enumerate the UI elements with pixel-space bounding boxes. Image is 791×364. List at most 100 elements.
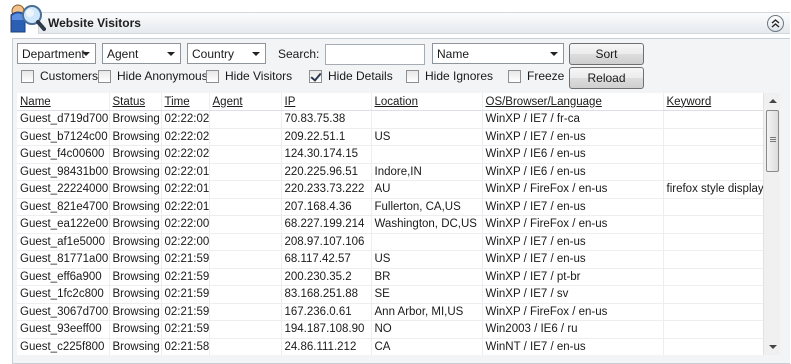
table-row[interactable]: Guest_f4c00600 Browsing 02:22:02 124.30.174…	[17, 145, 763, 164]
cell-ip: 220.225.96.51	[281, 163, 372, 181]
cell-keyword: firefox style display	[663, 180, 763, 199]
cell-time: 02:22:02	[161, 128, 210, 146]
cell-name: Guest_f4c00600	[17, 145, 110, 164]
column-header-time[interactable]: Time	[161, 93, 210, 111]
table-row[interactable]: Guest_b7124c00 Browsing 02:22:02 209.22.51.…	[17, 128, 763, 146]
chevron-down-icon	[167, 52, 175, 56]
search-input[interactable]	[325, 44, 425, 65]
cell-location	[371, 233, 483, 251]
cell-keyword	[663, 303, 763, 321]
cell-keyword	[663, 145, 763, 164]
column-header-keyword[interactable]: Keyword	[663, 93, 763, 111]
cell-agent	[209, 268, 282, 286]
reload-button[interactable]: Reload	[569, 67, 644, 89]
cell-agent	[209, 215, 282, 234]
table-row[interactable]: Guest_af1e5000 Browsing 02:22:00 208.97.107…	[17, 233, 763, 251]
cell-ip: 200.230.35.2	[281, 268, 372, 286]
cell-status: Browsing	[109, 180, 162, 199]
column-header-name[interactable]: Name	[17, 93, 110, 111]
cell-ip: 208.97.107.106	[281, 233, 372, 251]
department-select-value: Department	[22, 47, 85, 61]
chevron-down-icon	[550, 52, 558, 56]
collapse-button[interactable]	[767, 15, 784, 32]
cell-agent	[209, 338, 282, 355]
cell-agent	[209, 320, 282, 339]
vertical-scrollbar[interactable]	[763, 93, 780, 355]
cell-time: 02:22:00	[161, 215, 210, 234]
cell-keyword	[663, 268, 763, 286]
header-bar	[38, 12, 790, 34]
checkbox-box	[406, 69, 419, 83]
cell-os-browser-language: WinXP / IE6 / en-us	[482, 163, 664, 181]
cell-time: 02:22:01	[161, 163, 210, 181]
table-row[interactable]: Guest_93eeff00 Browsing 02:21:59 194.187.10…	[17, 320, 763, 339]
scrollbar-thumb[interactable]	[766, 110, 779, 172]
table-header-row: Name Status Time Agent IP Location OS/Br…	[17, 93, 763, 111]
column-header-os-browser-language[interactable]: OS/Browser/Language	[482, 93, 664, 111]
scroll-up-button[interactable]	[764, 93, 781, 109]
checkbox-label: Hide Visitors	[225, 69, 293, 83]
cell-ip: 194.187.108.90	[281, 320, 372, 339]
cell-ip: 70.83.75.38	[281, 110, 372, 129]
cell-status: Browsing	[109, 145, 162, 164]
cell-location: Washington, DC,US	[371, 215, 483, 234]
cell-os-browser-language: WinXP / FireFox / en-us	[482, 303, 664, 321]
table-row[interactable]: Guest_821e4700 Browsing 02:22:01 207.168.4.…	[17, 198, 763, 216]
cell-status: Browsing	[109, 163, 162, 181]
table-row[interactable]: Guest_22224000 Browsing 02:22:01 220.233.73…	[17, 180, 763, 199]
checkbox-box	[98, 69, 111, 83]
table-row[interactable]: Guest_eff6a900 Browsing 02:21:59 200.230.35…	[17, 268, 763, 286]
cell-location: US	[371, 128, 483, 146]
cell-location: BR	[371, 268, 483, 286]
cell-os-browser-language: WinNT / IE7 / en-us	[482, 338, 664, 355]
table-row[interactable]: Guest_d719d700 Browsing 02:22:02 70.83.75.3…	[17, 110, 763, 129]
cell-keyword	[663, 215, 763, 234]
filter-hide-visitors-checkbox[interactable]: Hide Visitors	[206, 68, 292, 84]
scroll-down-button[interactable]	[764, 339, 781, 355]
column-header-location[interactable]: Location	[371, 93, 483, 111]
agent-select[interactable]: Agent	[102, 43, 181, 64]
filter-freeze-checkbox[interactable]: Freeze	[508, 68, 564, 84]
search-label: Search:	[278, 47, 320, 61]
country-select-value: Country	[192, 47, 235, 61]
table-row[interactable]: Guest_1fc2c800 Browsing 02:21:59 83.168.251…	[17, 285, 763, 304]
country-select[interactable]: Country	[187, 43, 266, 64]
table-row[interactable]: Guest_c225f800 Browsing 02:21:58 24.86.111.…	[17, 338, 763, 355]
checkbox-label: Hide Anonymous	[117, 69, 208, 83]
table-row[interactable]: Guest_ea122e00 Browsing 02:22:00 68.227.199…	[17, 215, 763, 234]
cell-ip: 220.233.73.222	[281, 180, 372, 199]
checkbox-label: Hide Details	[328, 69, 393, 83]
cell-agent	[209, 233, 282, 251]
agent-select-value: Agent	[107, 47, 139, 61]
filter-hide-details-checkbox[interactable]: Hide Details	[309, 68, 393, 84]
checkbox-label: Freeze	[527, 69, 565, 83]
cell-ip: 68.117.42.57	[281, 250, 372, 269]
filter-hide-ignores-checkbox[interactable]: Hide Ignores	[406, 68, 493, 84]
sort-field-select-value: Name	[437, 47, 470, 61]
column-header-status[interactable]: Status	[109, 93, 162, 111]
cell-os-browser-language: WinXP / IE7 / en-us	[482, 198, 664, 216]
cell-name: Guest_c225f800	[17, 338, 110, 355]
filter-hide-anonymous-checkbox[interactable]: Hide Anonymous	[98, 68, 208, 84]
cell-time: 02:22:01	[161, 198, 210, 216]
cell-agent	[209, 198, 282, 216]
sort-button[interactable]: Sort	[569, 43, 644, 65]
column-header-agent[interactable]: Agent	[209, 93, 282, 111]
checkbox-box	[21, 69, 34, 83]
table-row[interactable]: Guest_81771a00 Browsing 02:21:59 68.117.42.…	[17, 250, 763, 269]
department-select[interactable]: Department	[17, 43, 96, 64]
filter-customers-checkbox[interactable]: Customers	[21, 68, 98, 84]
cell-keyword	[663, 250, 763, 269]
sort-field-select[interactable]: Name	[432, 43, 564, 64]
cell-name: Guest_81771a00	[17, 250, 110, 269]
table-row[interactable]: Guest_98431b00 Browsing 02:22:01 220.225.96…	[17, 163, 763, 181]
cell-location: US	[371, 250, 483, 269]
cell-location: AU	[371, 180, 483, 199]
cell-location: SE	[371, 285, 483, 304]
table-row[interactable]: Guest_3067d700 Browsing 02:21:59 167.236.0.…	[17, 303, 763, 321]
cell-ip: 24.86.111.212	[281, 338, 372, 355]
cell-name: Guest_98431b00	[17, 163, 110, 181]
cell-keyword	[663, 128, 763, 146]
column-header-ip[interactable]: IP	[281, 93, 372, 111]
cell-ip: 124.30.174.15	[281, 145, 372, 164]
